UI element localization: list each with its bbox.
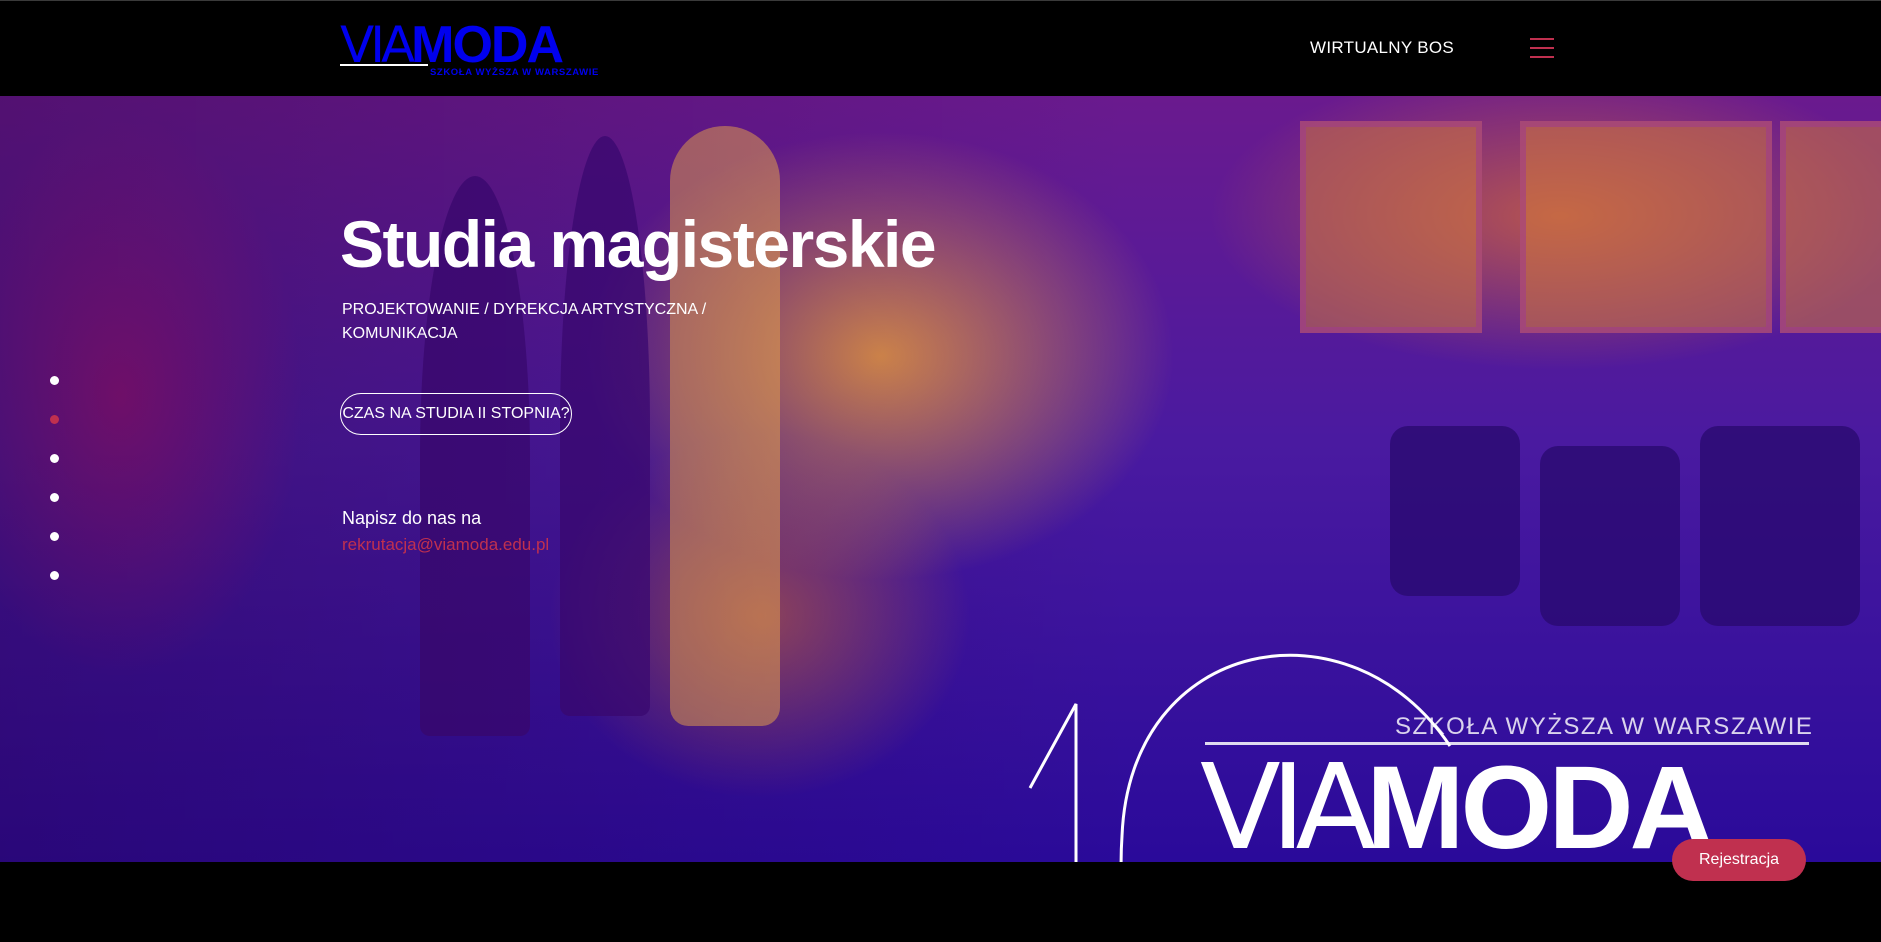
slider-dot[interactable] — [50, 532, 59, 541]
hero-section — [0, 96, 1881, 862]
logo-rule — [340, 64, 428, 66]
cta-button[interactable]: CZAS NA STUDIA II STOPNIA? — [340, 393, 572, 435]
slider-dot[interactable] — [50, 493, 59, 502]
hero-subtitle: PROJEKTOWANIE / DYREKCJA ARTYSTYCZNA / K… — [342, 298, 712, 346]
contact-email-link[interactable]: rekrutacja@viamoda.edu.pl — [342, 535, 549, 555]
slider-dot[interactable] — [50, 454, 59, 463]
hamburger-menu-icon[interactable] — [1530, 38, 1554, 60]
contact-label: Napisz do nas na — [342, 508, 482, 528]
hero-subtitle-line: KOMUNIKACJA — [342, 325, 458, 342]
nav-link-wirtualny-bos[interactable]: WIRTUALNY BOS — [1310, 38, 1454, 58]
hamburger-line — [1530, 47, 1554, 49]
hamburger-line — [1530, 38, 1554, 40]
site-header: VIAMODA SZKOŁA WYŻSZA W WARSZAWIE WIRTUA… — [0, 1, 1881, 96]
page-title: Studia magisterskie — [340, 207, 937, 281]
logo-moda: MODA — [411, 16, 564, 74]
site-logo[interactable]: VIAMODA SZKOŁA WYŻSZA W WARSZAWIE — [340, 16, 598, 81]
hero-subtitle-line: PROJEKTOWANIE / DYREKCJA ARTYSTYCZNA / — [342, 301, 707, 318]
emblem-subtitle: SZKOŁA WYŻSZA W WARSZAWIE — [1395, 713, 1814, 740]
registration-button[interactable]: Rejestracja — [1672, 839, 1806, 881]
logo-subtitle: SZKOŁA WYŻSZA W WARSZAWIE — [430, 67, 599, 78]
slider-dot[interactable] — [50, 376, 59, 385]
slider-dot[interactable] — [50, 571, 59, 580]
emblem-rule — [1205, 742, 1809, 745]
hamburger-line — [1530, 56, 1554, 58]
slider-dot-active[interactable] — [50, 415, 59, 424]
